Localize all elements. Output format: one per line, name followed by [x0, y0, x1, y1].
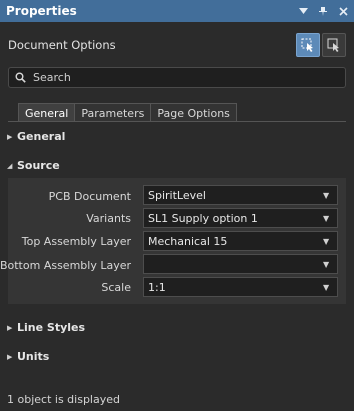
pcb-document-dropdown[interactable]: SpiritLevel ▼ — [143, 185, 338, 205]
select-filter-button[interactable] — [296, 33, 320, 57]
dropdown-arrow-icon[interactable] — [294, 2, 312, 20]
collapsed-arrow-icon: ▶ — [7, 323, 13, 332]
panel-titlebar: Properties — [0, 0, 354, 22]
document-options-header: Document Options — [0, 26, 354, 64]
bottom-assembly-layer-label: Bottom Assembly Layer — [0, 259, 131, 272]
section-line-styles-header[interactable]: ▶ Line Styles — [7, 321, 85, 334]
section-general-label: General — [17, 130, 66, 143]
bottom-assembly-layer-dropdown[interactable]: ▼ — [143, 254, 338, 274]
select-mode-button[interactable] — [322, 33, 346, 57]
section-source-label: Source — [17, 159, 60, 172]
expanded-arrow-icon: ◢ — [7, 161, 13, 170]
section-units-label: Units — [17, 350, 50, 363]
pcb-document-label: PCB Document — [48, 190, 131, 203]
close-icon[interactable] — [334, 2, 352, 20]
status-text: 1 object is displayed — [7, 393, 120, 406]
tab-bar: General Parameters Page Options — [18, 103, 237, 122]
collapsed-arrow-icon: ▶ — [7, 132, 13, 141]
tab-parameters[interactable]: Parameters — [74, 103, 152, 122]
scale-value: 1:1 — [148, 280, 166, 294]
search-placeholder: Search — [33, 71, 71, 84]
section-units-header[interactable]: ▶ Units — [7, 350, 49, 363]
top-assembly-layer-dropdown[interactable]: Mechanical 15 ▼ — [143, 231, 338, 251]
variants-label: Variants — [86, 212, 131, 225]
scale-label: Scale — [101, 281, 131, 294]
search-input[interactable]: Search — [8, 67, 346, 88]
search-icon — [15, 72, 26, 83]
document-options-title: Document Options — [8, 38, 116, 52]
pin-icon[interactable] — [314, 2, 332, 20]
section-line-styles-label: Line Styles — [17, 321, 86, 334]
panel-title: Properties — [6, 4, 77, 18]
tab-general[interactable]: General — [18, 103, 76, 122]
chevron-down-icon: ▼ — [323, 282, 330, 292]
selection-cursor-icon — [327, 38, 339, 52]
scale-dropdown[interactable]: 1:1 ▼ — [143, 277, 338, 297]
tab-page-options[interactable]: Page Options — [150, 103, 237, 122]
section-source-header[interactable]: ◢ Source — [7, 159, 60, 172]
tab-divider — [8, 121, 346, 122]
chevron-down-icon: ▼ — [323, 236, 330, 246]
top-assembly-layer-label: Top Assembly Layer — [21, 235, 131, 248]
chevron-down-icon: ▼ — [323, 213, 330, 223]
pcb-document-value: SpiritLevel — [148, 188, 206, 202]
chevron-down-icon: ▼ — [323, 190, 330, 200]
top-assembly-layer-value: Mechanical 15 — [148, 234, 228, 248]
section-general-header[interactable]: ▶ General — [7, 130, 65, 143]
variants-dropdown[interactable]: SL1 Supply option 1 ▼ — [143, 208, 338, 228]
collapsed-arrow-icon: ▶ — [7, 352, 13, 361]
chevron-down-icon: ▼ — [323, 259, 330, 269]
variants-value: SL1 Supply option 1 — [148, 211, 258, 225]
selection-filter-icon — [301, 38, 313, 52]
